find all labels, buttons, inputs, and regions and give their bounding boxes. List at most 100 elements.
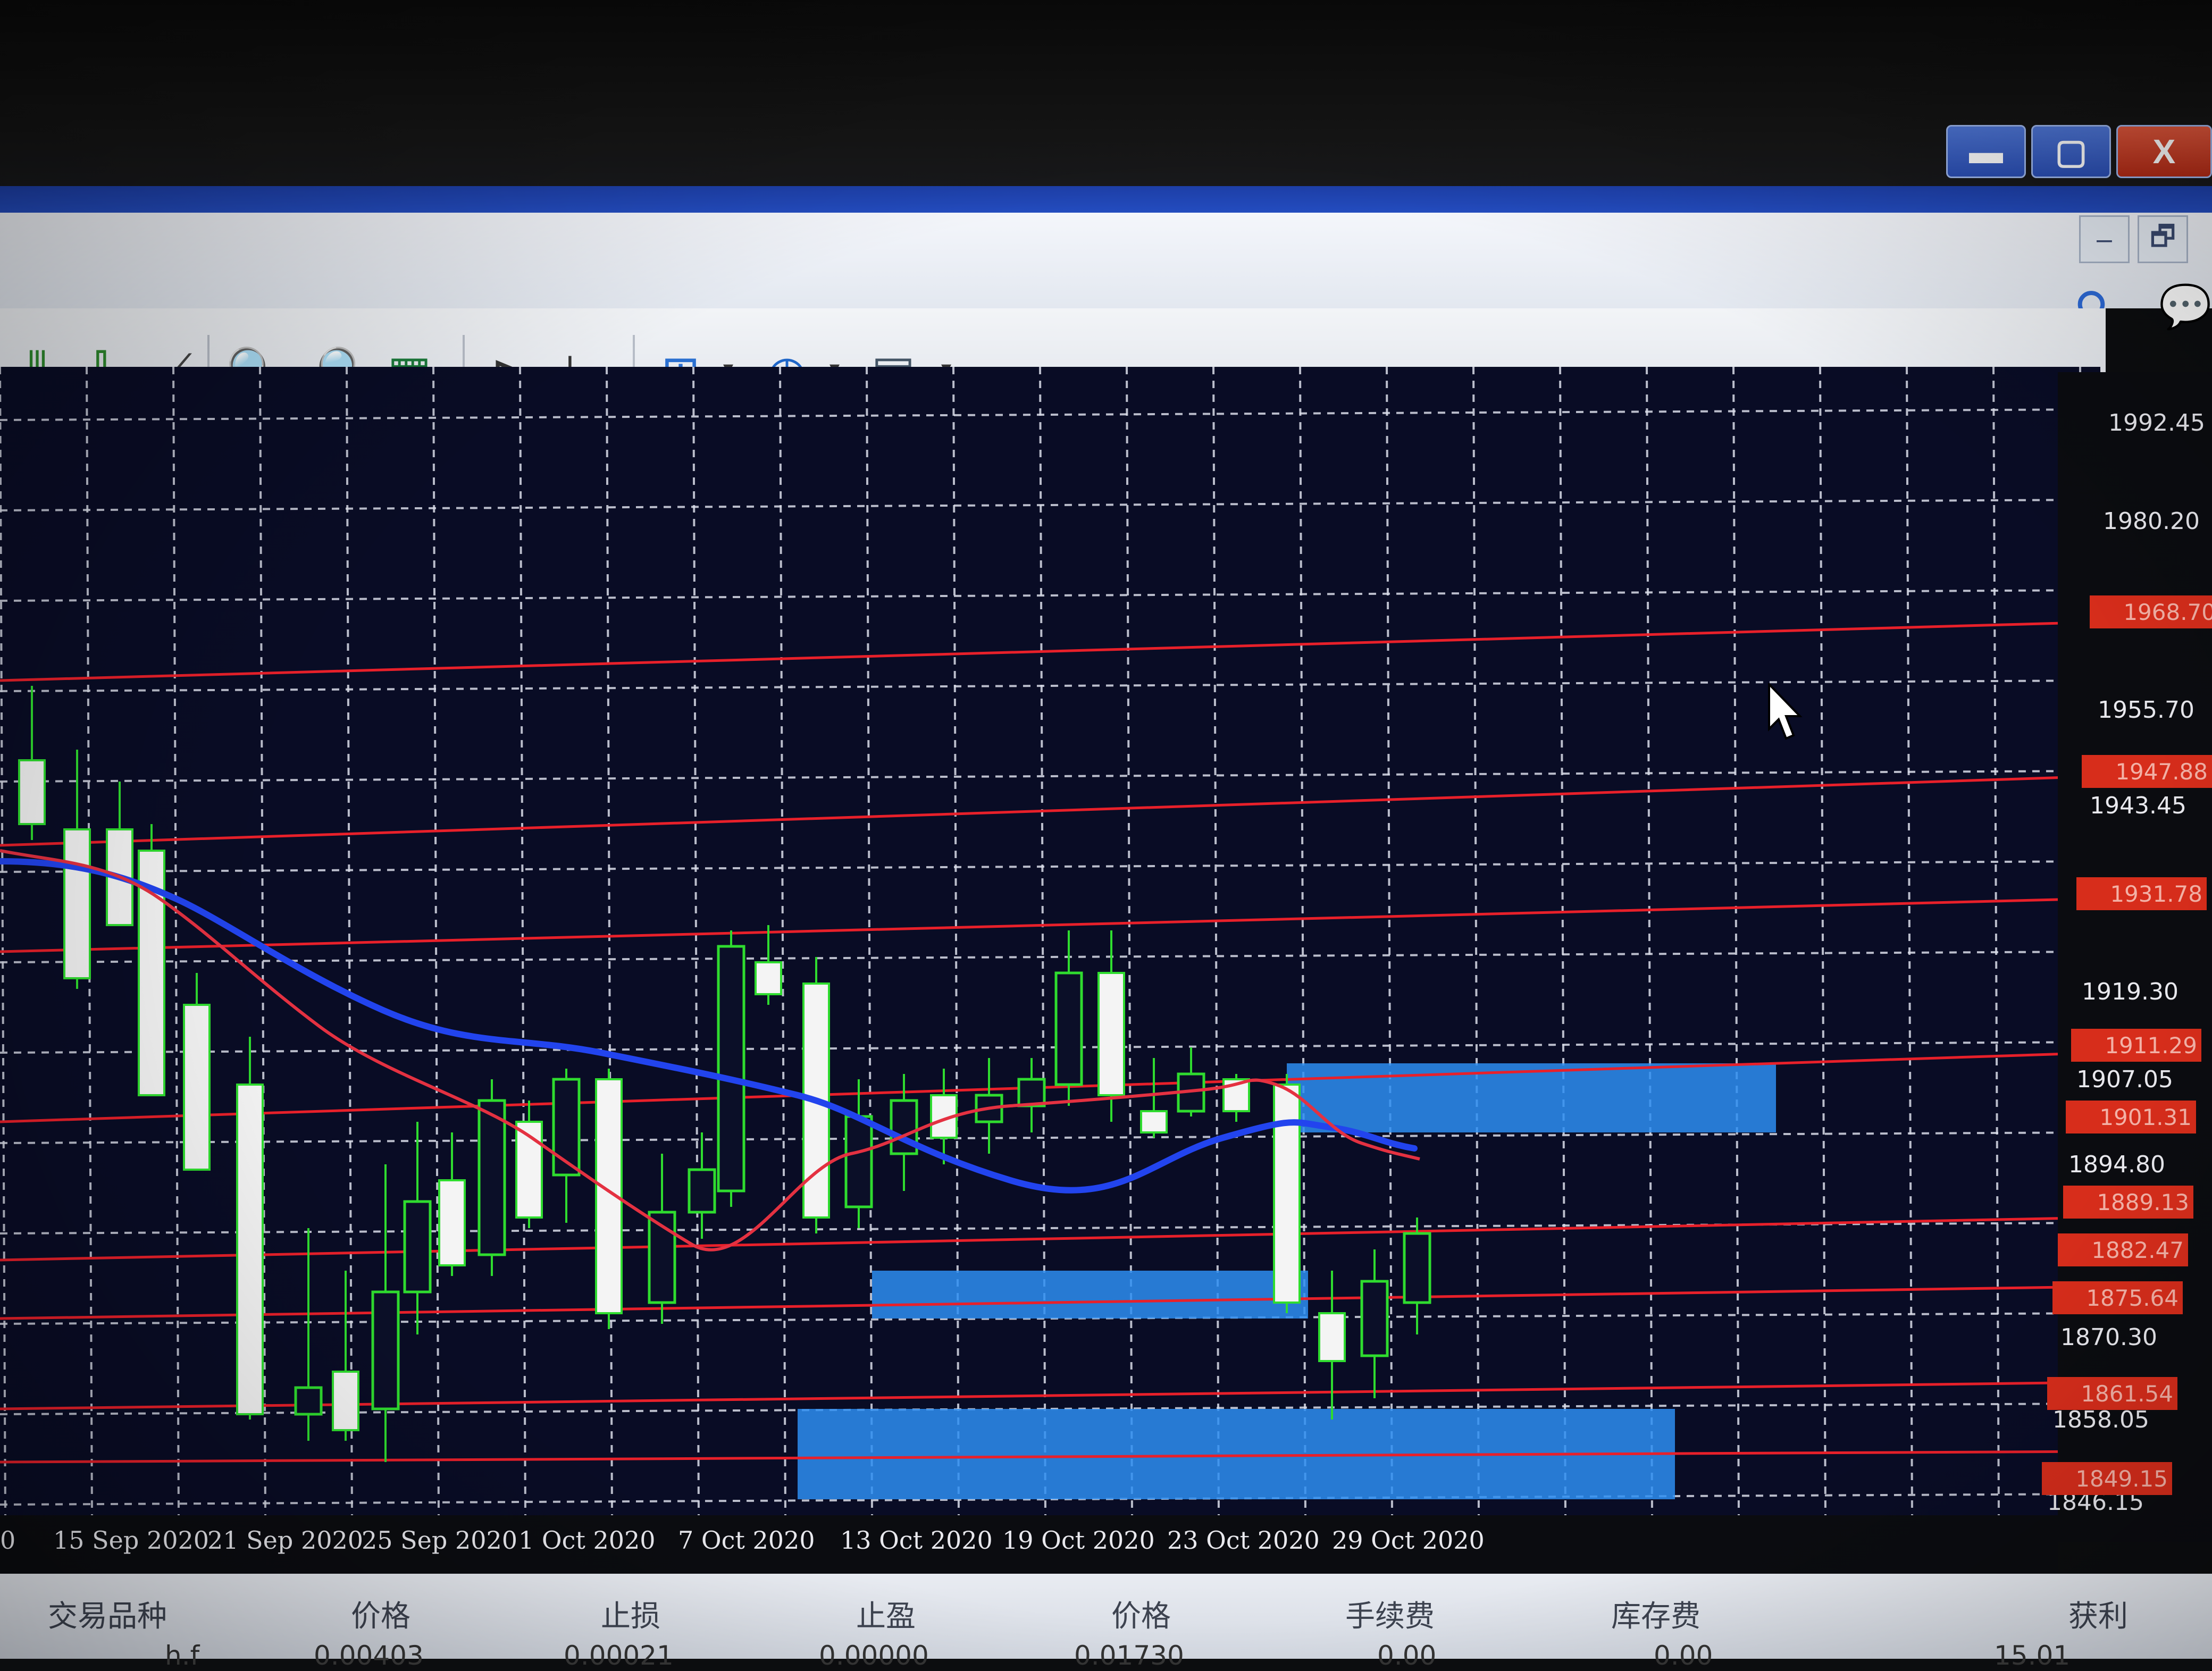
level-price-tag: 1911.29 (2071, 1029, 2201, 1062)
minimize-button[interactable]: ▬ (1946, 125, 2026, 178)
terminal-column-header[interactable]: 交易品种 (48, 1592, 167, 1635)
terminal-column-header[interactable]: 价格 (351, 1592, 410, 1635)
candle-body (717, 945, 745, 1193)
chat-icon[interactable]: 💬 (2159, 282, 2212, 332)
resistance-zone (1287, 1063, 1776, 1132)
grid-line-vertical (1906, 367, 1913, 1515)
price-level-line (0, 775, 2100, 847)
level-price-tag: 1882.47 (2058, 1233, 2188, 1266)
terminal-cell: 0.01730 (1074, 1640, 1184, 1671)
price-axis-label: 1955.70 (2098, 696, 2194, 724)
level-price-tag: 1931.78 (2076, 877, 2207, 910)
grid-line-vertical (606, 367, 613, 1515)
terminal-column-header[interactable]: 库存费 (1611, 1592, 1700, 1635)
terminal-cell: 0.00000 (819, 1640, 929, 1671)
price-axis-label: 1858.05 (2052, 1406, 2149, 1433)
grid-line-vertical (1472, 367, 1480, 1515)
candle-body (332, 1371, 359, 1431)
level-price-tag: 1875.64 (2052, 1281, 2183, 1314)
date-axis-label: 21 Sep 2020 (207, 1526, 364, 1555)
grid-line-vertical (0, 367, 6, 1515)
price-axis-label: 1980.20 (2103, 508, 2200, 535)
chart-minimize-button[interactable]: – (2079, 215, 2130, 263)
price-axis-label: 1907.05 (2076, 1066, 2173, 1093)
candle-body (1017, 1078, 1046, 1107)
grid-line-horizontal (0, 408, 2100, 421)
date-axis-label: 19 Oct 2020 (1002, 1526, 1155, 1555)
candle-body (18, 759, 46, 825)
date-axis-label: 13 Oct 2020 (840, 1526, 993, 1555)
terminal-column-header[interactable]: 止损 (601, 1592, 660, 1635)
grid-line-vertical (1559, 367, 1566, 1515)
terminal-cell: 15.01 (1994, 1640, 2071, 1671)
candle-body (477, 1099, 506, 1256)
grid-line-vertical (519, 367, 526, 1515)
terminal-column-header[interactable]: 手续费 (1345, 1592, 1435, 1635)
chart-restore-button[interactable]: 🗗 (2138, 215, 2188, 263)
grid-line-horizontal (0, 860, 2100, 873)
candle-body (1273, 1084, 1301, 1304)
date-axis-label: 0 (0, 1526, 16, 1555)
level-price-tag: 1968.70 (2090, 595, 2212, 628)
candle-body (438, 1179, 466, 1266)
terminal-column-header[interactable]: 获利 (2068, 1592, 2128, 1635)
terminal-cell: 0.00 (1377, 1640, 1437, 1671)
grid-line-vertical (1646, 367, 1653, 1515)
level-price-tag: 1947.88 (2082, 755, 2212, 788)
price-axis-label: 1992.45 (2108, 409, 2205, 436)
terminal-cell: 0.00403 (314, 1640, 424, 1671)
grid-line-horizontal (0, 770, 2100, 783)
candle-body (1097, 972, 1125, 1096)
price-axis (2058, 372, 2212, 1542)
grid-line-vertical (346, 367, 353, 1515)
candle-body (688, 1168, 716, 1214)
grid-line-vertical (1732, 367, 1740, 1515)
price-level-line (0, 897, 2100, 953)
candle-body (1403, 1232, 1431, 1304)
grid-line-vertical (1992, 367, 2000, 1515)
date-axis-label: 7 Oct 2020 (678, 1526, 815, 1555)
date-axis-label: 1 Oct 2020 (518, 1526, 656, 1555)
close-button[interactable]: X (2116, 125, 2212, 178)
date-axis-label: 25 Sep 2020 (362, 1526, 518, 1555)
maximize-button[interactable]: ▢ (2031, 125, 2111, 178)
grid-line-vertical (1212, 367, 1220, 1515)
grid-line-vertical (1819, 367, 1826, 1515)
grid-line-horizontal (0, 499, 2100, 511)
chart-canvas[interactable] (0, 367, 2100, 1515)
candle-body (371, 1290, 400, 1410)
grid-line-vertical (779, 367, 786, 1515)
candle-body (1360, 1280, 1389, 1357)
demand-zone (872, 1271, 1308, 1319)
grid-line-vertical (692, 367, 700, 1515)
candle-body (1140, 1110, 1168, 1133)
level-price-tag: 1849.15 (2042, 1462, 2172, 1495)
terminal-cell: h.f (165, 1640, 200, 1671)
candle-body (63, 828, 91, 979)
terminal-column-header[interactable]: 价格 (1111, 1592, 1171, 1635)
candle-body (1054, 971, 1083, 1086)
grid-line-vertical (1126, 367, 1133, 1515)
moving-average-slow-line (0, 858, 1418, 1194)
grid-line-vertical (1299, 367, 1306, 1515)
candle-body (403, 1200, 432, 1294)
price-level-line (0, 620, 2100, 682)
price-axis-label: 1894.80 (2068, 1151, 2165, 1178)
menu-bar (0, 213, 2212, 308)
level-price-tag: 1889.13 (2063, 1186, 2193, 1219)
terminal-cell: 0.00021 (564, 1640, 674, 1671)
grid-line-horizontal (0, 951, 2100, 963)
mouse-cursor-icon (1768, 683, 1803, 740)
candle-body (755, 961, 782, 995)
grid-line-vertical (952, 367, 960, 1515)
terminal-column-header[interactable]: 止盈 (856, 1592, 916, 1635)
candle-body (236, 1084, 264, 1415)
grid-line-horizontal (0, 1041, 2100, 1054)
date-axis-label: 15 Sep 2020 (53, 1526, 210, 1555)
grid-line-vertical (866, 367, 873, 1515)
terminal-cell: 0.00 (1654, 1640, 1713, 1671)
grid-line-vertical (1039, 367, 1046, 1515)
grid-line-horizontal (0, 1131, 2100, 1144)
price-axis-label: 1919.30 (2082, 978, 2179, 1005)
date-axis-label: 29 Oct 2020 (1332, 1526, 1485, 1555)
